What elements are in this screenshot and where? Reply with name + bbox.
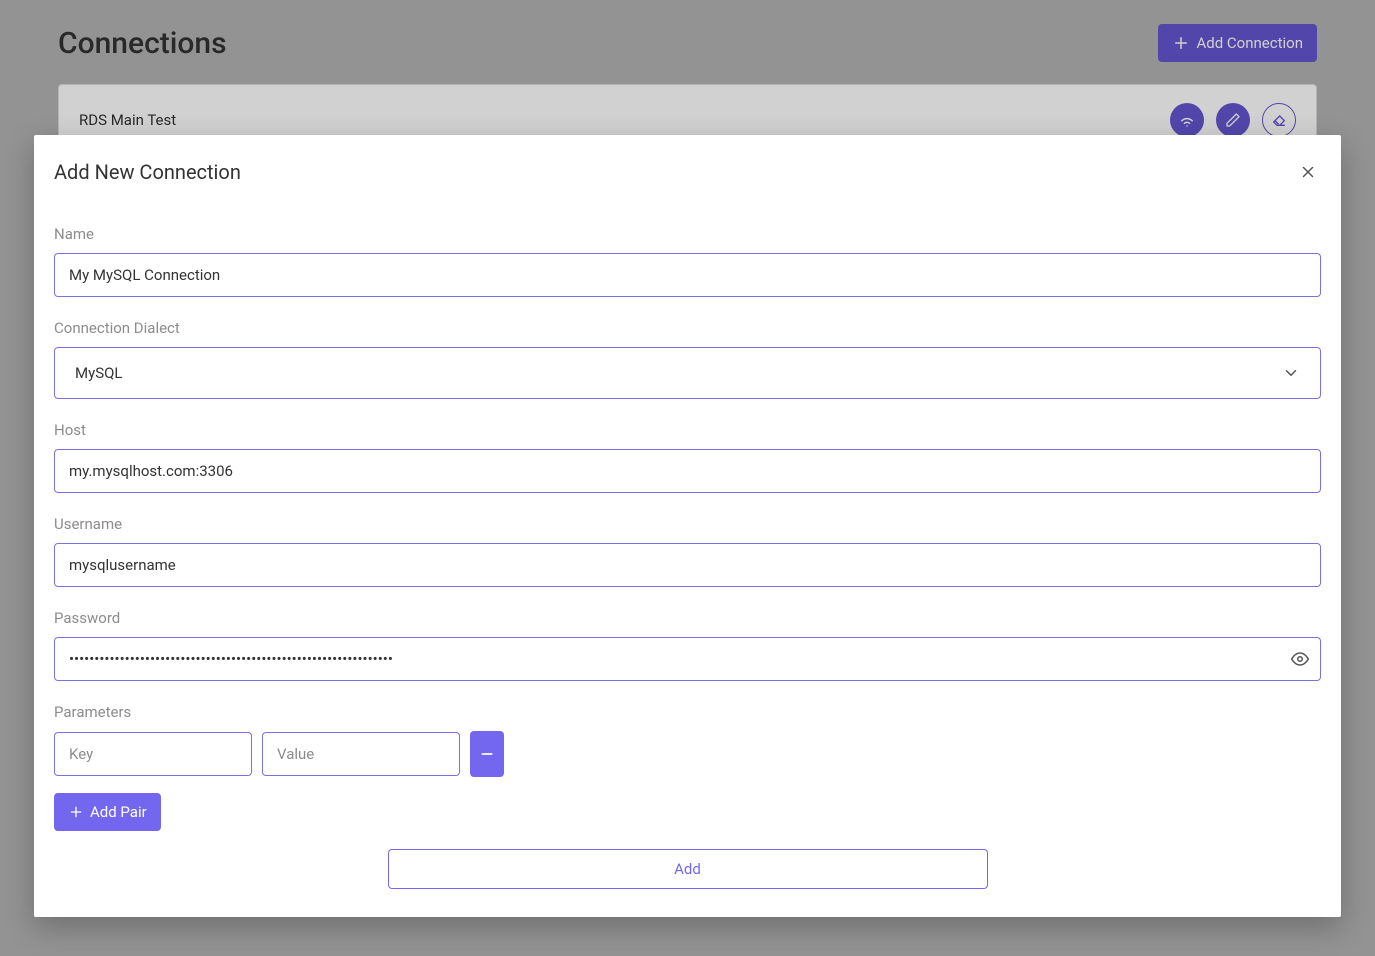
close-icon: [1299, 163, 1317, 181]
close-modal-button[interactable]: [1295, 159, 1321, 185]
host-input[interactable]: [54, 449, 1321, 493]
eye-icon: [1291, 650, 1309, 668]
dialect-value: MySQL: [75, 364, 123, 382]
password-input[interactable]: [54, 637, 1321, 681]
modal-title: Add New Connection: [54, 160, 241, 184]
parameter-value-input[interactable]: [262, 732, 460, 776]
name-label: Name: [54, 225, 1321, 243]
username-input[interactable]: [54, 543, 1321, 587]
parameters-label: Parameters: [54, 703, 1321, 721]
add-pair-label: Add Pair: [90, 803, 147, 821]
host-label: Host: [54, 421, 1321, 439]
submit-add-button[interactable]: Add: [388, 849, 988, 889]
parameter-key-input[interactable]: [54, 732, 252, 776]
add-connection-modal: Add New Connection Name Connection Diale…: [34, 135, 1341, 917]
dialect-label: Connection Dialect: [54, 319, 1321, 337]
remove-parameter-button[interactable]: [470, 731, 504, 777]
toggle-password-button[interactable]: [1291, 650, 1309, 668]
parameter-row: [54, 731, 1321, 777]
username-label: Username: [54, 515, 1321, 533]
dialect-select[interactable]: MySQL: [54, 347, 1321, 399]
plus-icon: [68, 804, 84, 820]
chevron-down-icon: [1282, 364, 1300, 382]
password-label: Password: [54, 609, 1321, 627]
minus-icon: [479, 746, 495, 762]
add-pair-button[interactable]: Add Pair: [54, 793, 161, 831]
name-input[interactable]: [54, 253, 1321, 297]
